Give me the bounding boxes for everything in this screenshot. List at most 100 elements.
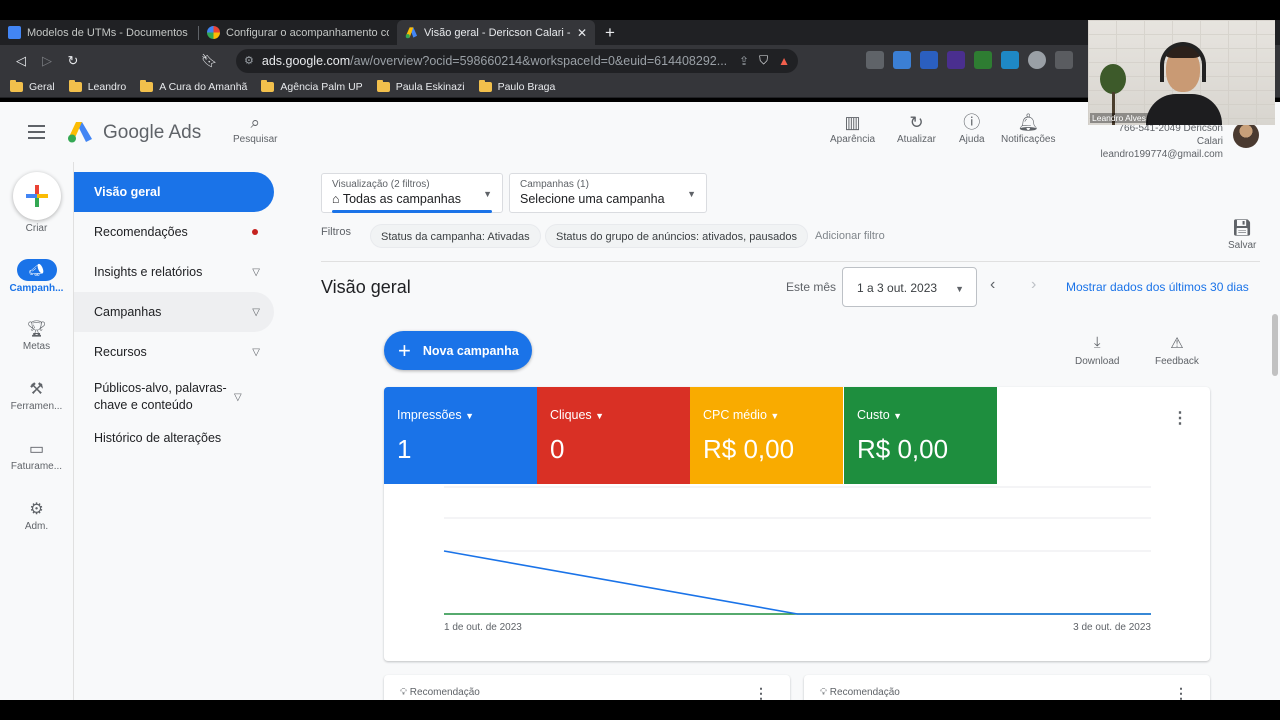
- notifications-button[interactable]: 🔔︎ Notificações: [1001, 112, 1055, 145]
- rail-label: Ferramen...: [10, 401, 63, 412]
- help-icon: ⓘ: [963, 113, 981, 132]
- new-tab-icon[interactable]: +: [595, 23, 625, 43]
- notifications-label: Notificações: [1001, 134, 1056, 145]
- share-icon[interactable]: ⇪: [739, 54, 749, 68]
- save-button[interactable]: 💾︎ Salvar: [1228, 218, 1256, 251]
- chevron-left-icon[interactable]: ‹: [990, 276, 995, 294]
- address-bar[interactable]: ⚙ ads.google.com/aw/overview?ocid=598660…: [236, 48, 798, 73]
- save-icon: 💾︎: [1232, 220, 1253, 237]
- extension-icon[interactable]: [1001, 51, 1019, 69]
- extension-icon[interactable]: [974, 51, 992, 69]
- browser-tab-active[interactable]: Visão geral - Dericson Calari - Go ✕: [397, 20, 595, 45]
- screen-bottom-border: [0, 700, 1280, 720]
- metric-clicks[interactable]: Cliques ▼ 0: [537, 387, 690, 484]
- plant: [1100, 64, 1126, 94]
- webcam-overlay: Leandro Alves: [1088, 20, 1275, 125]
- extension-icon[interactable]: [920, 51, 938, 69]
- campaign-selector-value: Selecione uma campanha: [520, 192, 665, 206]
- new-campaign-button[interactable]: + Nova campanha: [384, 331, 532, 370]
- menu-icon[interactable]: [28, 125, 45, 143]
- rail-item-goals[interactable]: 🏆︎ Metas: [0, 319, 73, 352]
- more-vert-icon[interactable]: ⋮: [1174, 685, 1188, 700]
- rail-item-campaigns[interactable]: 📣︎ Campanh...: [0, 259, 73, 294]
- nav-item-insights[interactable]: Insights e relatórios ▽: [74, 252, 274, 292]
- account-id: 766-541-2049 Dericson Calari: [1118, 123, 1223, 147]
- back-icon[interactable]: ◁: [8, 53, 34, 69]
- period-label: Este mês: [786, 280, 837, 294]
- new-campaign-label: Nova campanha: [422, 343, 519, 358]
- metric-avg-cpc[interactable]: CPC médio ▼ R$ 0,00: [690, 387, 843, 484]
- extension-icon[interactable]: [893, 51, 911, 69]
- download-label: Download: [1075, 356, 1120, 367]
- create-button[interactable]: Criar: [0, 172, 73, 234]
- rail-item-admin[interactable]: ⚙ Adm.: [0, 499, 73, 532]
- filter-chip-adgroup-status[interactable]: Status do grupo de anúncios: ativados, p…: [545, 224, 808, 248]
- metric-value: 1: [397, 434, 412, 464]
- refresh-button[interactable]: ↻ Atualizar: [897, 112, 936, 145]
- nav-item-change-history[interactable]: Histórico de alterações: [74, 422, 274, 454]
- help-button[interactable]: ⓘ Ajuda: [959, 112, 985, 145]
- extension-icon[interactable]: [947, 51, 965, 69]
- search-button[interactable]: ⌕ Pesquisar: [233, 112, 277, 145]
- view-selector[interactable]: Visualização (2 filtros) ⌂ Todas as camp…: [321, 173, 503, 213]
- metric-cost[interactable]: Custo ▼ R$ 0,00: [844, 387, 997, 484]
- nav-label: Recomendações: [94, 225, 188, 239]
- metric-impressions[interactable]: Impressões ▼ 1: [384, 387, 537, 484]
- reload-icon[interactable]: ↻: [60, 53, 86, 69]
- brave-shield-icon[interactable]: ⛉: [759, 53, 768, 68]
- more-vert-icon[interactable]: ⋮: [754, 685, 768, 700]
- nav-item-overview[interactable]: Visão geral: [74, 172, 274, 212]
- filter-chip-campaign-status[interactable]: Status da campanha: Ativadas: [370, 224, 541, 248]
- last-30-days-link[interactable]: Mostrar dados dos últimos 30 dias: [1066, 280, 1249, 294]
- bookmark-folder[interactable]: A Cura do Amanhã: [140, 79, 247, 93]
- feedback-button[interactable]: ⚠ Feedback: [1155, 334, 1199, 367]
- caret-down-icon: ▼: [955, 284, 964, 294]
- chevron-right-icon[interactable]: ›: [1031, 276, 1036, 294]
- bookmark-folder[interactable]: Paula Eskinazi: [376, 79, 465, 93]
- site-info-icon[interactable]: ⚙: [244, 54, 254, 67]
- campaign-selector[interactable]: Campanhas (1) Selecione uma campanha ▼: [509, 173, 707, 213]
- view-selector-value: ⌂ Todas as campanhas: [332, 192, 461, 206]
- bell-icon: 🔔︎: [1017, 113, 1040, 132]
- avatar[interactable]: [1233, 122, 1259, 148]
- date-range-picker[interactable]: 1 a 3 out. 2023 ▼: [842, 267, 977, 307]
- browser-tab[interactable]: Modelos de UTMs - Documentos Goo: [0, 20, 198, 45]
- docs-icon: [8, 26, 21, 39]
- account-info[interactable]: 766-541-2049 Dericson Calari leandro1997…: [1090, 122, 1223, 161]
- metric-name: CPC médio: [703, 408, 767, 422]
- chart-x-tick-label: 3 de out. de 2023: [1073, 622, 1151, 633]
- scrollbar[interactable]: [1272, 314, 1278, 376]
- nav-item-audiences[interactable]: Públicos-alvo, palavras-chave e conteúdo…: [74, 372, 274, 422]
- home-icon: ⌂: [332, 192, 343, 206]
- brave-rewards-icon[interactable]: ▲: [778, 54, 790, 68]
- nav-item-assets[interactable]: Recursos ▽: [74, 332, 274, 372]
- add-filter-button[interactable]: Adicionar filtro: [815, 230, 885, 242]
- appearance-button[interactable]: ▥ Aparência: [830, 112, 875, 145]
- date-range-value: 1 a 3 out. 2023: [857, 281, 938, 295]
- more-vert-icon[interactable]: ⋮: [1172, 408, 1188, 428]
- close-tab-icon[interactable]: ✕: [577, 26, 587, 40]
- view-selector-label: Visualização (2 filtros): [332, 179, 430, 190]
- nav-item-recommendations[interactable]: Recomendações: [74, 212, 274, 252]
- download-button[interactable]: ⤓ Download: [1075, 334, 1119, 367]
- rail-item-billing[interactable]: ▭ Faturame...: [0, 439, 73, 472]
- nav-label: Insights e relatórios: [94, 265, 203, 279]
- extension-icon[interactable]: [1028, 51, 1046, 69]
- bookmark-folder[interactable]: Agência Palm UP: [261, 79, 363, 93]
- recommendation-card[interactable]: 💡︎ Recomendação ⋮: [384, 675, 790, 700]
- browser-tab[interactable]: Configurar o acompanhamento com p: [199, 20, 397, 45]
- folder-icon: [261, 79, 275, 92]
- bookmark-folder[interactable]: Geral: [10, 79, 55, 93]
- bookmark-folder[interactable]: Paulo Braga: [478, 79, 555, 93]
- bookmark-folder[interactable]: Leandro: [68, 79, 126, 93]
- url-text: ads.google.com/aw/overview?ocid=59866021…: [261, 53, 728, 68]
- nav-item-campaigns[interactable]: Campanhas ▽: [74, 292, 274, 332]
- recommendation-card[interactable]: 💡︎ Recomendação ⋮: [804, 675, 1210, 700]
- extension-icon[interactable]: [866, 51, 884, 69]
- caret-down-icon: ▼: [595, 411, 605, 421]
- forward-icon[interactable]: ▷: [34, 53, 60, 69]
- puzzle-icon[interactable]: [1055, 51, 1073, 69]
- rail-item-tools[interactable]: ⚒ Ferramen...: [0, 379, 73, 412]
- bookmark-icon[interactable]: 🔖︎: [196, 53, 222, 69]
- lightbulb-icon: 💡︎: [400, 687, 407, 698]
